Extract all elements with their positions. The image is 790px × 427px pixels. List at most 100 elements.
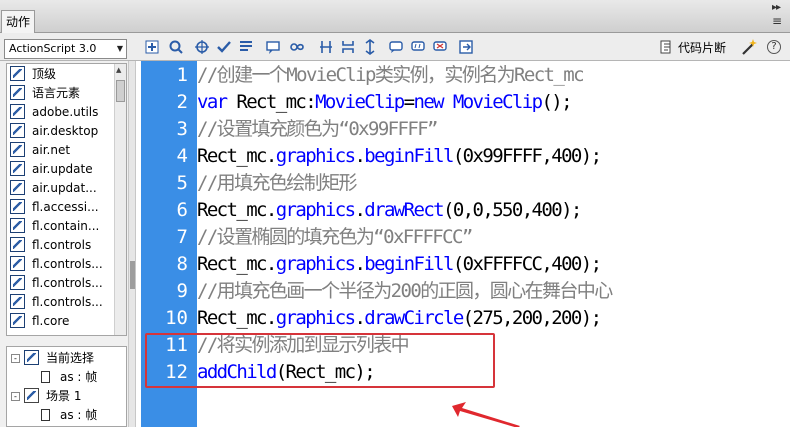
code-line[interactable]: 5 //用填充色绘制矩形 [136,170,790,197]
target-path-icon[interactable] [193,38,211,56]
tree-item-12[interactable]: fl.controls... [10,293,120,312]
code-text[interactable]: //设置椭圆的填充色为“0xFFFFCC” [197,224,473,251]
nav-frame-script[interactable]: as : 帧 [41,368,97,387]
collapse-braces-icon[interactable] [317,38,335,56]
language-select-value: ActionScript 3.0 [9,42,97,55]
wand-icon[interactable] [740,38,758,56]
collapse-panel-icon[interactable]: ▸▸ [772,2,781,13]
tree-item-7[interactable]: fl.accessi... [10,198,120,217]
book-icon [10,199,25,214]
nav-current-selection[interactable]: - 当前选择 [11,349,94,368]
add-statement-icon[interactable] [143,38,161,56]
tree-item-0[interactable]: 顶级 [10,65,120,84]
code-token: new [413,91,445,113]
code-line[interactable]: 7 //设置椭圆的填充色为“0xFFFFCC” [136,224,790,251]
code-line[interactable]: 2 var Rect_mc:MovieClip=new MovieClip(); [136,89,790,116]
code-line[interactable]: 8 Rect_mc.graphics.beginFill(0xFFFFCC,400… [136,251,790,278]
nav-frame-script[interactable]: as : 帧 [41,406,97,425]
code-line[interactable]: 1 //创建一个MovieClip类实例，实例名为Rect_mc [136,62,790,89]
tree-item-11[interactable]: fl.controls... [10,274,120,293]
nav-row-label: as : 帧 [60,370,98,384]
panel-controls[interactable]: ▸▸ ≡ [766,0,790,33]
code-token: graphics [275,199,356,221]
auto-format-icon[interactable] [237,38,255,56]
code-token: //设置椭圆的填充色为“0xFFFFCC” [197,226,473,248]
code-snippets-button[interactable]: 代码片断 [660,39,726,57]
line-number: 1 [176,64,188,86]
tree-item-label: fl.controls... [32,257,103,271]
code-line[interactable]: 6 Rect_mc.graphics.drawRect(0,0,550,400); [136,197,790,224]
tree-item-9[interactable]: fl.controls [10,236,120,255]
line-number: 5 [176,172,188,194]
book-icon [10,294,25,309]
collapse-icon[interactable]: - [11,354,20,363]
code-text[interactable]: Rect_mc.graphics.beginFill(0x99FFFF,400)… [197,143,602,170]
collapse-selection-icon[interactable] [339,38,357,56]
code-hint-icon[interactable] [264,38,282,56]
tab-actions[interactable]: 动作 [1,10,35,33]
code-token: graphics [275,145,356,167]
line-number: 2 [176,91,188,113]
code-text[interactable]: var Rect_mc:MovieClip=new MovieClip(); [197,89,573,116]
script-navigator: - 当前选择 as : 帧 - 场景 1 as : 帧 [6,346,127,427]
code-line[interactable]: 10 Rect_mc.graphics.drawCircle(275,200,20… [136,305,790,332]
find-icon[interactable] [167,38,185,56]
tree-item-13[interactable]: fl.core [10,312,120,331]
panel-menu-icon[interactable]: ≡ [772,14,782,28]
code-text[interactable]: //设置填充颜色为“0x99FFFF” [197,116,438,143]
line-number: 8 [176,253,188,275]
tree-item-5[interactable]: air.update [10,160,120,179]
scroll-up-icon[interactable]: ▲ [116,66,121,74]
code-line[interactable]: 9 //用填充色画一个半径为200的正圆，圆心在舞台中心 [136,278,790,305]
code-token: Rect_mc. [197,199,277,221]
book-icon [10,180,25,195]
tree-item-2[interactable]: adobe.utils [10,103,120,122]
check-syntax-icon[interactable] [215,38,233,56]
tree-item-label: fl.controls... [32,295,103,309]
code-text[interactable]: //用填充色画一个半径为200的正圆，圆心在舞台中心 [197,278,613,305]
expand-all-icon[interactable] [361,38,379,56]
tree-item-1[interactable]: 语言元素 [10,84,120,103]
tree-item-label: fl.contain... [32,219,100,233]
tree-item-8[interactable]: fl.contain... [10,217,120,236]
annotation-arrow-icon [452,402,520,427]
code-token: var [197,91,228,113]
code-token: drawRect [364,199,444,221]
line-number: 10 [165,307,188,329]
scrollbar-thumb[interactable] [116,80,125,102]
code-line[interactable]: 4 Rect_mc.graphics.beginFill(0x99FFFF,400… [136,143,790,170]
apply-block-comment-icon[interactable] [387,38,405,56]
help-button[interactable]: ? [767,40,781,54]
tree-item-4[interactable]: air.net [10,141,120,160]
code-token: (275,200,200); [462,307,602,329]
remove-comment-icon[interactable] [431,38,449,56]
show-hide-toolbox-icon[interactable] [457,38,475,56]
code-text[interactable]: //创建一个MovieClip类实例，实例名为Rect_mc [197,62,585,89]
book-icon [10,161,25,176]
apply-line-comment-icon[interactable] [409,38,427,56]
code-text[interactable]: //用填充色绘制矩形 [197,170,357,197]
tree-item-6[interactable]: air.updat... [10,179,120,198]
panel-splitter[interactable] [128,61,136,427]
code-text[interactable]: Rect_mc.graphics.drawCircle(275,200,200)… [197,305,602,332]
code-token: Rect_mc. [197,145,277,167]
code-token: = [403,91,415,113]
debug-options-icon[interactable] [288,38,306,56]
tree-item-label: fl.accessi... [32,200,99,214]
code-line[interactable]: 3 //设置填充颜色为“0x99FFFF” [136,116,790,143]
language-select[interactable]: ActionScript 3.0 ▼ [4,39,127,59]
line-number: 7 [176,226,188,248]
code-text[interactable]: Rect_mc.graphics.drawRect(0,0,550,400); [197,197,582,224]
panel-title-bar: 动作 ▸▸ ≡ [0,0,790,33]
code-token: drawCircle [364,307,464,329]
tree-item-3[interactable]: air.desktop [10,122,120,141]
nav-scene-1[interactable]: - 场景 1 [11,387,81,406]
tree-item-10[interactable]: fl.controls... [10,255,120,274]
code-token: . [354,307,365,329]
tree-scrollbar[interactable]: ▲ [114,64,126,335]
splitter-grip[interactable] [130,261,135,289]
collapse-icon[interactable]: - [11,392,20,401]
line-number: 6 [176,199,188,221]
code-text[interactable]: Rect_mc.graphics.beginFill(0xFFFFCC,400)… [197,251,602,278]
